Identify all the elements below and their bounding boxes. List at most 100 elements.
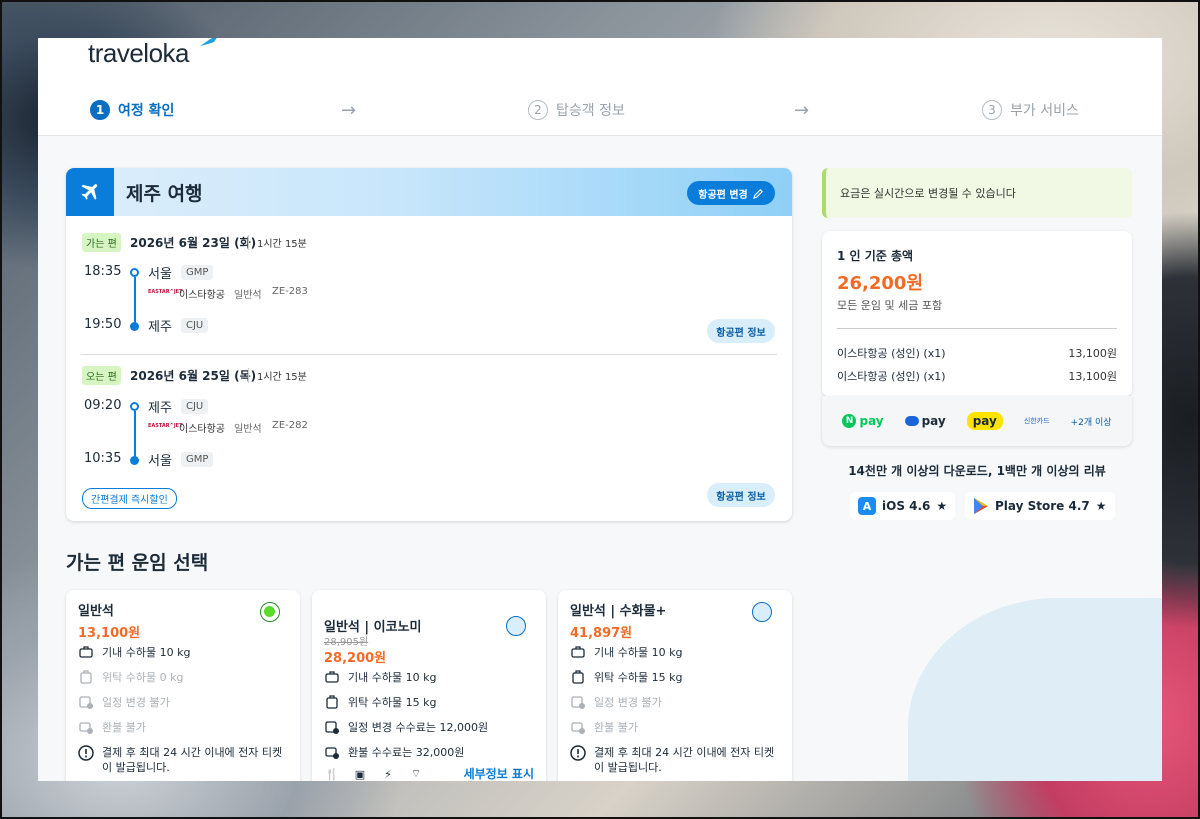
fare-feature: 기내 수하물 10 kg: [324, 669, 436, 685]
payment-methods: Npay pay pay 신한카드 +2개 이상: [822, 396, 1132, 446]
play-store-rating[interactable]: Play Store 4.7 ★: [965, 492, 1115, 520]
arrow-right-icon: →: [341, 100, 357, 121]
arrival-time: 19:50: [84, 317, 122, 332]
fare-feature: 일정 변경 수수료는 12,000원: [324, 719, 488, 735]
leg-date: 2026년 6월 23일 (화): [130, 236, 257, 250]
flight-number: ZE-283: [272, 286, 308, 297]
fare-card[interactable]: 일반석 | 수화물+ 41,897원 기내 수하물 10 kg 위탁 수하물 1…: [558, 590, 792, 781]
fare-note: 결제 후 최대 24 시간 이내에 전자 티켓 이 발급됩니다.: [570, 745, 785, 775]
route-line: [134, 411, 136, 457]
total-label: 1 인 기준 총액: [837, 249, 914, 263]
toss-pay-logo: pay: [904, 414, 946, 428]
naver-pay-logo: Npay: [842, 414, 884, 428]
fare-card[interactable]: 일반석 | 이코노미 28,905원 28,200원 기내 수하물 10 kg …: [312, 590, 546, 781]
fare-feature: 환불 불가: [570, 719, 638, 735]
leg-tag-outbound: 가는 편: [82, 233, 121, 252]
leg-tag-inbound: 오는 편: [82, 366, 121, 385]
fare-feature: 위탁 수하물 15 kg: [570, 669, 682, 685]
kakao-pay-logo: pay: [966, 412, 1003, 430]
price-row: 이스타항공 (성인) (x1) 13,100원: [837, 347, 1117, 360]
flight-info-button[interactable]: 항공편 정보: [707, 319, 775, 343]
info-icon: [78, 745, 94, 761]
reschedule-icon: [324, 719, 340, 735]
fare-old-price: 28,905원: [324, 637, 369, 648]
refund-icon: [570, 719, 586, 735]
airport-code: GMP: [181, 265, 214, 280]
airline-name: 이스타항공: [179, 424, 225, 435]
carry-on-bag-icon: [78, 644, 94, 660]
route-line: [134, 277, 136, 323]
departure-dot: [130, 402, 139, 411]
ios-rating[interactable]: A iOS 4.6 ★: [850, 492, 956, 520]
shinhan-card-logo: 신한카드: [1023, 417, 1050, 425]
eastar-jet-logo: EASTAR^JET: [148, 423, 183, 429]
power-icon: ⚡: [384, 767, 392, 781]
fare-note: 결제 후 최대 24 시간 이내에 전자 티켓 이 발급됩니다.: [78, 745, 293, 775]
fare-feature: 환불 불가: [78, 719, 146, 735]
fare-radio[interactable]: [260, 602, 280, 622]
eastar-jet-logo: EASTAR^JET: [148, 289, 183, 295]
reschedule-icon: [570, 694, 586, 710]
step-trip-review: 1 여정 확인: [90, 100, 174, 120]
app-reviews: 14천만 개 이상의 다운로드, 1백만 개 이상의 리뷰: [848, 464, 1106, 478]
summary-divider: [837, 328, 1117, 329]
departure-city: 제주: [148, 401, 172, 416]
total-price: 26,200원: [837, 273, 924, 294]
fare-feature: 기내 수하물 10 kg: [570, 644, 682, 660]
airline-name: 이스타항공: [179, 290, 225, 301]
traveloka-logo[interactable]: traveloka: [88, 38, 190, 69]
price-summary: 1 인 기준 총액 26,200원 모든 운임 및 세금 포함 이스타항공 (성…: [822, 231, 1132, 397]
departure-dot: [130, 268, 139, 277]
fare-radio[interactable]: [506, 616, 526, 636]
departure-time: 18:35: [84, 264, 122, 279]
reschedule-icon: [78, 694, 94, 710]
arrival-city: 제주: [148, 320, 172, 335]
flight-info-button[interactable]: 항공편 정보: [707, 483, 775, 507]
trip-header: 제주 여행 항공편 변경: [66, 168, 792, 216]
promo-badge[interactable]: 간편결제 즉시할인: [82, 488, 177, 509]
departure-city: 서울: [148, 267, 172, 282]
flight-number: ZE-282: [272, 420, 308, 431]
fare-price: 13,100원: [78, 626, 141, 641]
fare-radio[interactable]: [752, 602, 772, 622]
fare-feature: 위탁 수하물 0 kg: [78, 669, 183, 685]
step-label: 부가 서비스: [1010, 103, 1079, 119]
checked-bag-icon: [78, 669, 94, 685]
step-label: 탑승객 정보: [556, 103, 625, 119]
change-flight-button[interactable]: 항공편 변경: [687, 181, 775, 205]
price-notice: 요금은 실시간으로 변경될 수 있습니다: [822, 168, 1132, 218]
trip-card: 제주 여행 항공편 변경 가는 편 2026년 6월 23일 (화) 1시간 1…: [66, 168, 792, 521]
step-passenger-info: 2 탑승객 정보: [528, 100, 625, 120]
trip-title: 제주 여행: [126, 183, 203, 205]
fare-card[interactable]: 일반석 13,100원 기내 수하물 10 kg 위탁 수하물 0 kg 일정 …: [66, 590, 300, 781]
arrival-dot: [130, 322, 139, 331]
show-details-link[interactable]: 세부정보 표시: [464, 765, 534, 781]
airport-code: GMP: [181, 452, 214, 467]
fare-name: 일반석: [78, 604, 114, 619]
airport-code: CJU: [181, 399, 209, 414]
entertainment-icon: ▣: [354, 767, 366, 781]
cabin-class: 일반석: [234, 424, 262, 435]
leg-duration: 1시간 15분: [248, 368, 307, 383]
booking-page: traveloka 1 여정 확인 → 2 탑승객 정보 → 3 부가 서비스 …: [38, 38, 1162, 781]
arrow-right-icon: →: [794, 100, 810, 121]
fare-name: 일반석 | 수화물+: [570, 604, 667, 619]
wifi-icon: ⌔: [410, 767, 422, 780]
fare-price: 28,200원: [324, 651, 387, 666]
checked-bag-icon: [570, 669, 586, 685]
fare-feature: 환불 수수료는 32,000원: [324, 744, 464, 760]
total-note: 모든 운임 및 세금 포함: [837, 299, 943, 312]
arrival-time: 10:35: [84, 451, 122, 466]
info-icon: [570, 745, 586, 761]
decorative-road: [908, 598, 1162, 781]
fare-price: 41,897원: [570, 626, 633, 641]
step-extras: 3 부가 서비스: [982, 100, 1079, 120]
checked-bag-icon: [324, 694, 340, 710]
app-store-icon: A: [858, 497, 876, 515]
refund-icon: [324, 744, 340, 760]
carry-on-bag-icon: [324, 669, 340, 685]
fare-feature: 기내 수하물 10 kg: [78, 644, 190, 660]
carry-on-bag-icon: [570, 644, 586, 660]
fare-feature: 일정 변경 불가: [570, 694, 662, 710]
departure-time: 09:20: [84, 398, 122, 413]
